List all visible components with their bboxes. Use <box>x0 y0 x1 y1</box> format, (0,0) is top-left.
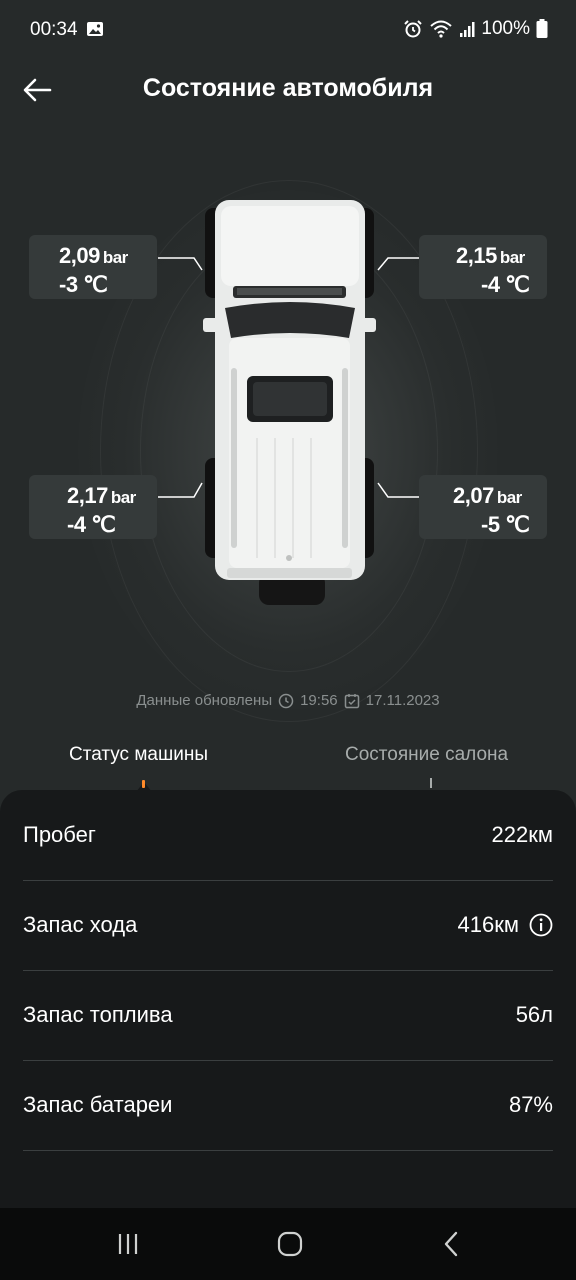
tire-temperature: -4 ℃ <box>67 512 116 537</box>
range-value: 416км <box>457 912 519 937</box>
updated-label: Данные обновлены <box>136 692 273 709</box>
mileage-value: 222км <box>491 822 553 847</box>
leader-line <box>158 482 203 498</box>
signal-icon <box>460 22 475 37</box>
stat-row-range: Запас хода 416км <box>23 880 553 971</box>
stat-value: 416км <box>458 912 553 938</box>
tire-pressure-value: 2,09 <box>59 243 100 268</box>
battery-percent: 100% <box>481 18 530 39</box>
pressure-unit: bar <box>499 248 525 267</box>
stat-row-battery: Запас батареи 87% <box>23 1060 553 1151</box>
tab-cabin-status[interactable]: Состояние салона <box>345 744 508 766</box>
tire-pressure-value: 2,15 <box>456 243 497 268</box>
car-top-view-image <box>203 200 376 605</box>
status-bar: 00:34 100% <box>0 0 576 60</box>
tire-temperature: -4 ℃ <box>481 272 530 297</box>
fuel-value: 56л <box>515 1002 553 1027</box>
battery-icon <box>536 19 548 38</box>
wifi-icon <box>430 20 453 38</box>
tire-card-front-left: 2,09 bar -3 ℃ <box>29 235 157 299</box>
stat-label: Запас хода <box>23 912 138 937</box>
gallery-icon <box>87 22 103 36</box>
page-title: Состояние автомобиля <box>142 74 434 102</box>
recent-apps-icon[interactable] <box>108 1228 148 1260</box>
tire-temperature: -5 ℃ <box>481 512 530 537</box>
clock-icon <box>278 693 294 708</box>
pressure-unit: bar <box>496 488 522 507</box>
tire-temperature: -3 ℃ <box>59 272 108 297</box>
stat-row-fuel: Запас топлива 56л <box>23 970 553 1061</box>
stat-value: 56л <box>516 1002 553 1028</box>
info-icon[interactable] <box>529 913 553 937</box>
calendar-icon <box>344 693 359 708</box>
leader-line <box>158 257 203 271</box>
system-nav-bar <box>0 1208 576 1280</box>
tab-marker <box>430 778 432 788</box>
tire-card-rear-right: 2,07 bar -5 ℃ <box>419 475 547 539</box>
stat-row-mileage: Пробег 222км <box>23 790 553 881</box>
tab-bar: Статус машины Состояние салона <box>0 740 576 792</box>
updated-time: 19:56 <box>300 692 338 709</box>
pressure-unit: bar <box>110 488 136 507</box>
stat-value: 87% <box>509 1092 553 1118</box>
alarm-icon <box>404 20 423 38</box>
vehicle-overview: 2,09 bar -3 ℃ 2,15 bar -4 ℃ 2,17 bar -4 ℃ 2… <box>0 120 576 740</box>
updated-date: 17.11.2023 <box>365 692 440 709</box>
tab-car-status[interactable]: Статус машины <box>69 744 208 766</box>
tire-card-rear-left: 2,17 bar -4 ℃ <box>29 475 157 539</box>
stat-label: Запас топлива <box>23 1002 173 1027</box>
stat-value: 222км <box>492 822 553 848</box>
tire-pressure-value: 2,07 <box>453 483 494 508</box>
stat-label: Пробег <box>23 822 96 847</box>
status-icons: 100% <box>403 18 548 40</box>
back-icon[interactable] <box>432 1228 472 1260</box>
app-header: Состояние автомобиля <box>0 60 576 120</box>
pressure-unit: bar <box>102 248 128 267</box>
tire-card-front-right: 2,15 bar -4 ℃ <box>419 235 547 299</box>
home-icon[interactable] <box>270 1228 310 1260</box>
stat-label: Запас батареи <box>23 1092 173 1117</box>
status-time: 00:34 <box>30 19 78 40</box>
battery-value: 87% <box>508 1092 553 1117</box>
tire-pressure-value: 2,17 <box>67 483 108 508</box>
car-status-panel: Пробег 222км Запас хода 416км Запас топл… <box>0 790 576 1210</box>
data-updated-info: Данные обновлены 19:56 17.11.2023 <box>0 692 576 709</box>
